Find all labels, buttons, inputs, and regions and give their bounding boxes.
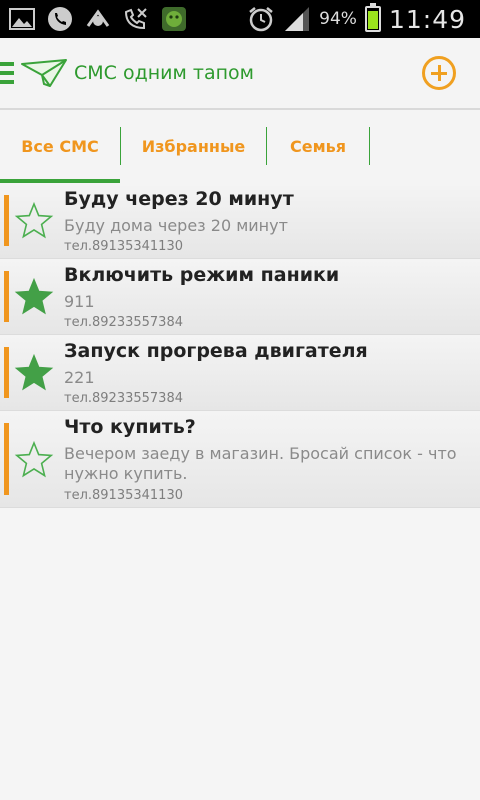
paper-plane-icon[interactable] (20, 58, 68, 88)
message-text: 911 (64, 292, 95, 311)
missed-call-icon (122, 5, 150, 33)
message-title: Что купить? (64, 416, 196, 438)
battery-icon (364, 3, 381, 32)
android-app-icon (160, 5, 188, 33)
phone-icon (46, 5, 74, 33)
menu-icon[interactable] (0, 62, 14, 84)
clock: 11:49 (388, 4, 466, 34)
alarm-icon (247, 5, 275, 33)
notification-icons (0, 5, 188, 33)
add-button[interactable] (422, 56, 456, 90)
item-marker (4, 347, 9, 398)
star-filled-icon[interactable] (14, 277, 54, 317)
tab-label: Избранные (141, 137, 246, 156)
tab-divider (369, 127, 370, 165)
star-outline-icon[interactable] (14, 440, 54, 480)
item-marker (4, 423, 9, 495)
message-list: Буду через 20 минут Буду дома через 20 м… (0, 183, 480, 508)
tab-bar: Все СМС Избранные Семья (0, 110, 480, 183)
message-title: Буду через 20 минут (64, 188, 294, 210)
tab-family[interactable]: Семья (267, 110, 369, 183)
list-item[interactable]: Запуск прогрева двигателя 221 тел.892335… (0, 335, 480, 411)
message-phone: тел.89135341130 (64, 239, 183, 254)
message-text: Буду дома через 20 минут (64, 216, 288, 235)
item-marker (4, 271, 9, 322)
status-bar: 94% 11:49 (0, 0, 480, 38)
tab-label: Все СМС (21, 137, 99, 156)
bug-icon (84, 5, 112, 33)
message-phone: тел.89135341130 (64, 488, 183, 503)
message-text: Вечером заеду в магазин. Бросай список -… (64, 444, 457, 483)
list-item[interactable]: Буду через 20 минут Буду дома через 20 м… (0, 183, 480, 259)
action-bar: СМС одним тапом (0, 38, 480, 110)
message-phone: тел.89233557384 (64, 315, 183, 330)
system-status: 94% 11:49 (247, 3, 480, 34)
app-title: СМС одним тапом (74, 62, 254, 84)
battery-percent: 94% (319, 9, 357, 29)
list-item[interactable]: Включить режим паники 911 тел.8923355738… (0, 259, 480, 335)
message-title: Запуск прогрева двигателя (64, 340, 368, 362)
battery-level (367, 11, 378, 29)
list-item[interactable]: Что купить? Вечером заеду в магазин. Бро… (0, 411, 480, 508)
star-outline-icon[interactable] (14, 201, 54, 241)
tab-favorites[interactable]: Избранные (121, 110, 266, 183)
tab-all-sms[interactable]: Все СМС (0, 110, 120, 183)
item-marker (4, 195, 9, 246)
star-filled-icon[interactable] (14, 353, 54, 393)
message-title: Включить режим паники (64, 264, 340, 286)
message-text: 221 (64, 368, 95, 387)
tab-label: Семья (289, 137, 347, 156)
signal-icon (283, 5, 311, 33)
message-phone: тел.89233557384 (64, 391, 183, 406)
image-icon (8, 5, 36, 33)
